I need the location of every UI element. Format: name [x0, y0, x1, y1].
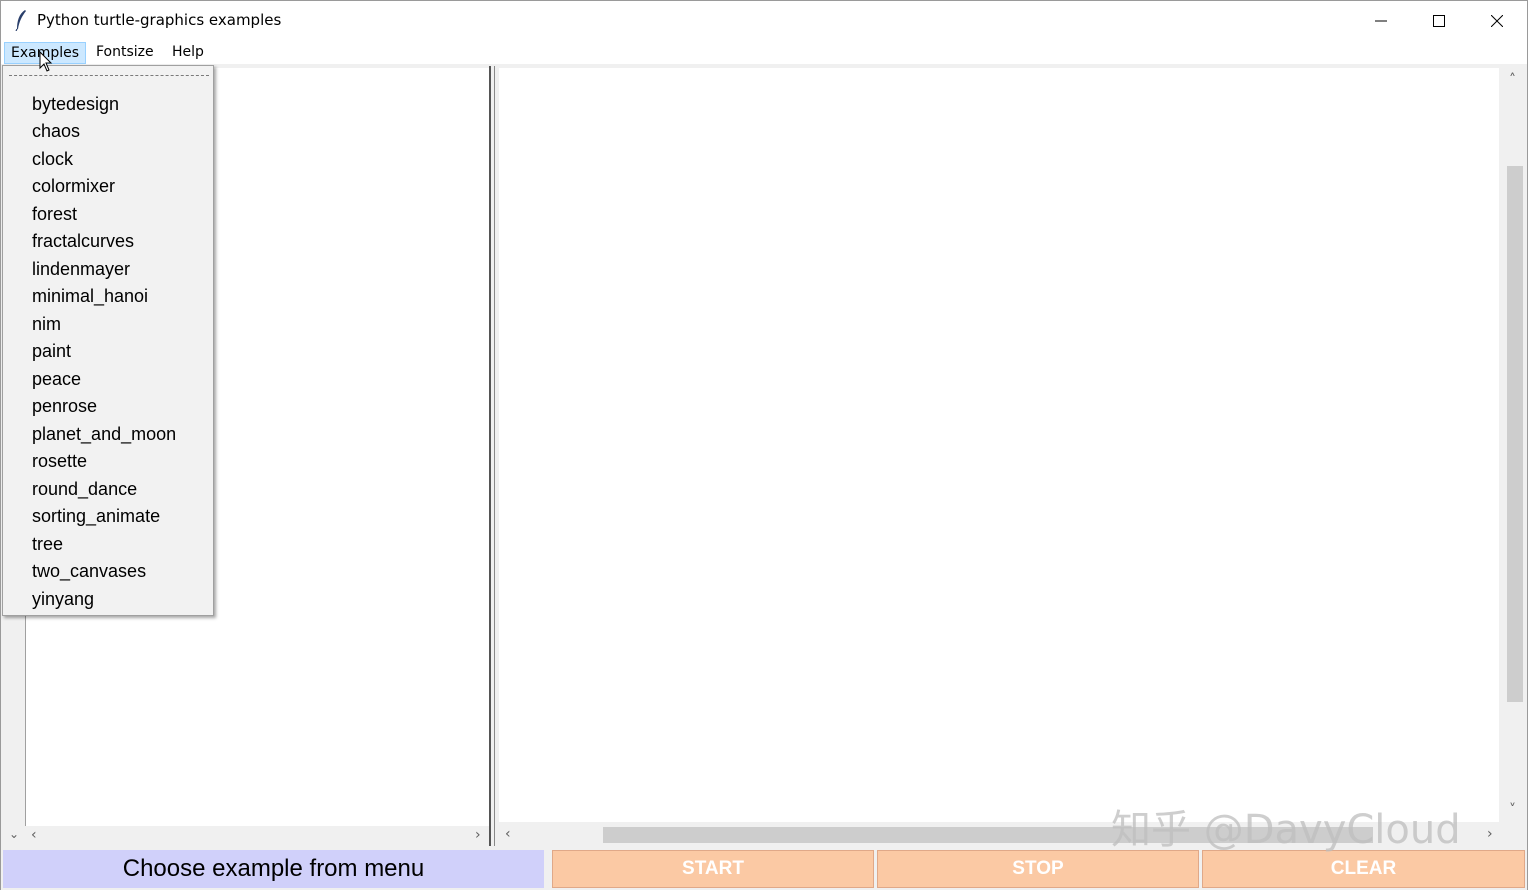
menu-fontsize[interactable]: Fontsize: [90, 42, 160, 64]
menu-item-fractalcurves[interactable]: fractalcurves: [32, 230, 134, 252]
canvas-vertical-scrollbar[interactable]: ˄ ˅: [1503, 68, 1525, 822]
stop-button[interactable]: STOP: [877, 850, 1199, 888]
menu-help[interactable]: Help: [166, 42, 210, 64]
tearoff-line[interactable]: [9, 75, 209, 76]
close-button[interactable]: [1468, 1, 1526, 40]
start-button[interactable]: START: [552, 850, 874, 888]
chevron-right-icon[interactable]: ›: [475, 827, 481, 843]
window-title: Python turtle-graphics examples: [37, 11, 282, 29]
menu-item-forest[interactable]: forest: [32, 203, 77, 225]
canvas-pane: ˄ ˅ ‹ ›: [497, 66, 1527, 846]
watermark-text: 知乎 @DavyCloud: [1111, 807, 1461, 853]
menu-item-round-dance[interactable]: round_dance: [32, 478, 137, 500]
chevron-down-icon[interactable]: ⌄: [9, 827, 19, 841]
maximize-button[interactable]: [1410, 1, 1468, 40]
menu-bar: Examples Fontsize Help: [1, 40, 1527, 65]
menu-item-penrose[interactable]: penrose: [32, 395, 97, 417]
mouse-cursor-icon: [39, 51, 53, 72]
turtle-canvas[interactable]: [499, 68, 1499, 822]
menu-item-two-canvases[interactable]: two_canvases: [32, 560, 146, 582]
menu-item-rosette[interactable]: rosette: [32, 450, 87, 472]
clear-button[interactable]: CLEAR: [1202, 850, 1525, 888]
menu-item-nim[interactable]: nim: [32, 313, 61, 335]
title-bar[interactable]: Python turtle-graphics examples: [1, 1, 1527, 40]
vertical-scroll-thumb[interactable]: [1507, 166, 1523, 702]
menu-item-peace[interactable]: peace: [32, 368, 81, 390]
chevron-right-icon[interactable]: ›: [1487, 826, 1493, 842]
status-label: Choose example from menu: [3, 850, 544, 888]
menu-item-yinyang[interactable]: yinyang: [32, 588, 94, 610]
chevron-left-icon[interactable]: ‹: [31, 827, 37, 843]
menu-item-lindenmayer[interactable]: lindenmayer: [32, 258, 130, 280]
examples-dropdown: bytedesign chaos clock colormixer forest…: [2, 65, 214, 616]
app-window: Python turtle-graphics examples Examples…: [0, 0, 1528, 890]
menu-item-minimal-hanoi[interactable]: minimal_hanoi: [32, 285, 148, 307]
pane-divider[interactable]: [489, 66, 495, 846]
close-icon: [1491, 14, 1503, 27]
minimize-button[interactable]: [1352, 1, 1410, 40]
minimize-icon: [1375, 20, 1387, 21]
source-horizontal-scrollbar[interactable]: ⌄ ‹ ›: [3, 826, 489, 846]
chevron-down-icon[interactable]: ˅: [1509, 802, 1516, 818]
menu-item-colormixer[interactable]: colormixer: [32, 175, 115, 197]
chevron-left-icon[interactable]: ‹: [505, 826, 511, 842]
menu-item-tree[interactable]: tree: [32, 533, 63, 555]
menu-item-bytedesign[interactable]: bytedesign: [32, 93, 119, 115]
menu-item-sorting-animate[interactable]: sorting_animate: [32, 505, 160, 527]
chevron-up-icon[interactable]: ˄: [1509, 72, 1516, 88]
menu-item-planet-and-moon[interactable]: planet_and_moon: [32, 423, 176, 445]
feather-icon: [15, 10, 26, 31]
menu-item-chaos[interactable]: chaos: [32, 120, 80, 142]
maximize-icon: [1433, 14, 1445, 27]
menu-item-clock[interactable]: clock: [32, 148, 73, 170]
menu-item-paint[interactable]: paint: [32, 340, 71, 362]
